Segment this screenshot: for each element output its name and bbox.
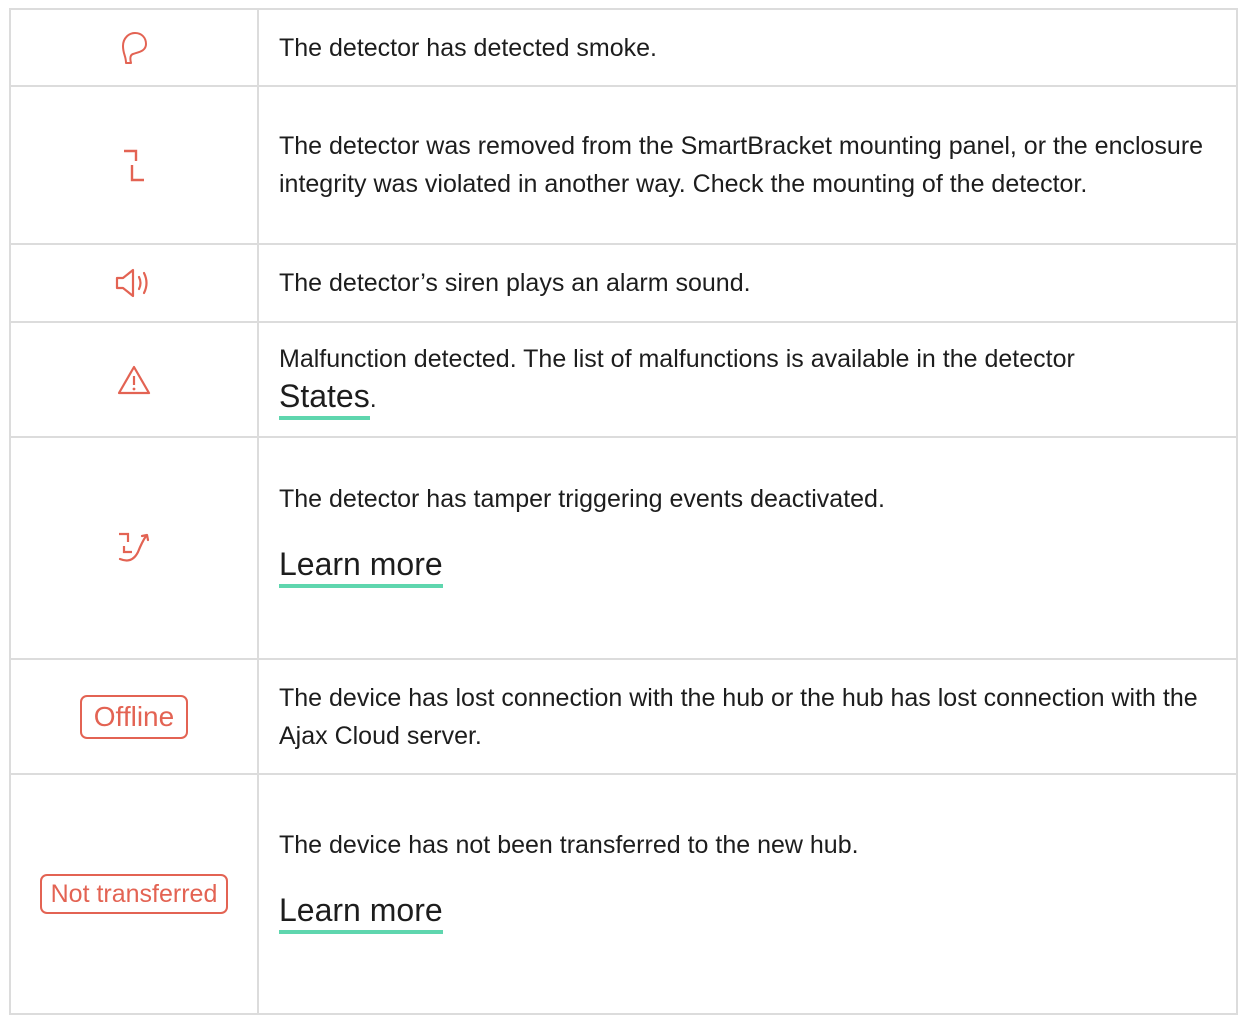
table-row: The detector’s siren plays an alarm soun… [9, 243, 1238, 323]
row-description: The device has not been transferred to t… [279, 831, 859, 859]
smoke-icon [119, 30, 149, 66]
row-description: The detector has tamper triggering event… [279, 485, 885, 513]
table-row: The detector was removed from the SmartB… [9, 85, 1238, 245]
tamper-icon [122, 147, 146, 183]
learn-more-link[interactable]: Learn more [279, 546, 443, 588]
table-row: Not transferred The device has not been … [9, 773, 1238, 1015]
not-transferred-badge: Not transferred [39, 874, 229, 914]
row-description: Malfunction detected. The list of malfun… [279, 344, 1075, 373]
states-link[interactable]: States [279, 378, 370, 420]
offline-badge: Offline [79, 694, 189, 739]
table-row: Malfunction detected. The list of malfun… [9, 321, 1238, 438]
warning-triangle-icon [116, 364, 152, 396]
row-description: The detector’s siren plays an alarm soun… [279, 269, 751, 297]
table-row: The detector has tamper triggering event… [9, 436, 1238, 660]
link-suffix: . [369, 384, 377, 413]
learn-more-link[interactable]: Learn more [279, 892, 443, 934]
siren-speaker-icon [114, 267, 154, 299]
tamper-deactivated-icon [116, 530, 152, 566]
table-row: The detector has detected smoke. [9, 8, 1238, 87]
row-description: The device has lost connection with the … [279, 683, 1198, 750]
row-description: The detector was removed from the SmartB… [279, 132, 1204, 198]
table-row: Offline The device has lost connection w… [9, 658, 1238, 775]
status-icons-table: The detector has detected smoke. The det… [9, 8, 1238, 1015]
row-description: The detector has detected smoke. [279, 33, 657, 62]
